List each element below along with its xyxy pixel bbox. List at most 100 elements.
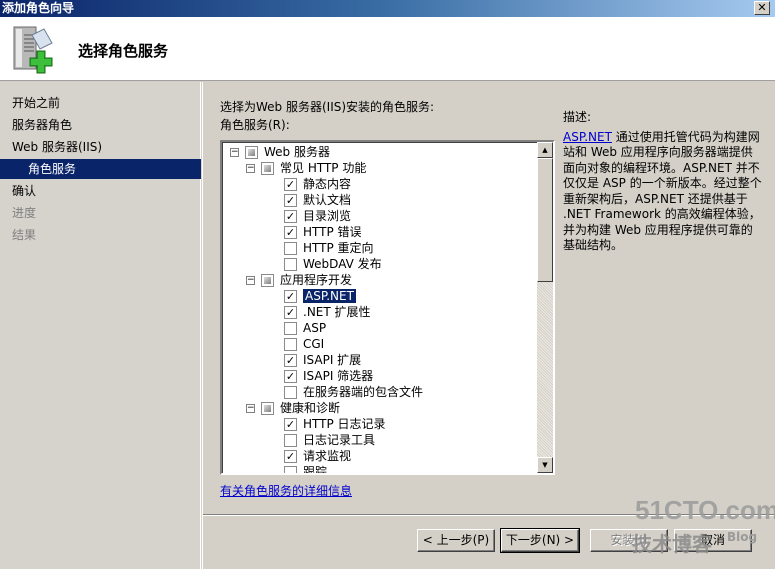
checkbox[interactable]: ✓ — [284, 450, 297, 463]
window-title: 添加角色向导 — [2, 1, 75, 15]
tree-item[interactable]: 日志记录工具 — [284, 432, 375, 448]
tree-item[interactable]: − 应用程序开发 — [246, 272, 352, 288]
arrow-up-icon: ▲ — [542, 146, 548, 154]
watermark-blog: Blog — [727, 530, 758, 544]
checkbox[interactable] — [284, 434, 297, 447]
tree-item-label: HTTP 错误 — [303, 225, 362, 239]
asp-net-link[interactable]: ASP.NET — [563, 130, 612, 144]
tree-item-label: ASP.NET — [303, 289, 356, 303]
title-bar: 添加角色向导 ✕ — [0, 0, 775, 17]
tree-label: 角色服务(R): — [220, 118, 290, 132]
tree-item[interactable]: − 健康和诊断 — [246, 400, 340, 416]
next-button[interactable]: 下一步(N) > — [500, 528, 580, 553]
checkbox[interactable] — [284, 322, 297, 335]
tree-item[interactable]: − Web 服务器 — [230, 144, 330, 160]
checkbox[interactable] — [284, 242, 297, 255]
tree-item[interactable]: − 常见 HTTP 功能 — [246, 160, 366, 176]
step-before-you-begin[interactable]: 开始之前 — [0, 93, 201, 113]
tree-item[interactable]: ✓ HTTP 日志记录 — [284, 416, 386, 432]
tree-item[interactable]: ✓ 默认文档 — [284, 192, 351, 208]
tree-item[interactable]: CGI — [284, 336, 324, 352]
checkbox[interactable] — [284, 258, 297, 271]
tree-item-label: ISAPI 扩展 — [303, 353, 362, 367]
tree-item-label: .NET 扩展性 — [303, 305, 371, 319]
tree-item[interactable]: 在服务器端的包含文件 — [284, 384, 423, 400]
tree-item-label: WebDAV 发布 — [303, 257, 382, 271]
checkbox[interactable]: ✓ — [284, 178, 297, 191]
scroll-thumb[interactable] — [537, 158, 553, 282]
instruction-text: 选择为Web 服务器(IIS)安装的角色服务: — [220, 100, 435, 114]
checkbox[interactable] — [245, 146, 258, 159]
checkbox[interactable]: ✓ — [284, 290, 297, 303]
checkbox[interactable]: ✓ — [284, 210, 297, 223]
tree-item[interactable]: 跟踪 — [284, 464, 328, 475]
step-web-server-iis[interactable]: Web 服务器(IIS) — [0, 137, 201, 157]
tree-item[interactable]: WebDAV 发布 — [284, 256, 382, 272]
checkbox[interactable] — [261, 274, 274, 287]
tree-item-label: ISAPI 筛选器 — [303, 369, 374, 383]
tree-item-label: 健康和诊断 — [280, 401, 341, 415]
server-add-icon — [13, 26, 53, 74]
checkbox[interactable]: ✓ — [284, 354, 297, 367]
tree-item-label: 应用程序开发 — [280, 273, 353, 287]
checkbox[interactable]: ✓ — [284, 306, 297, 319]
collapse-icon[interactable]: − — [246, 276, 255, 285]
checkbox[interactable] — [261, 162, 274, 175]
collapse-icon[interactable]: − — [246, 404, 255, 413]
back-button[interactable]: < 上一步(P) — [417, 529, 495, 552]
vertical-scrollbar[interactable]: ▲ ▼ — [537, 142, 553, 473]
close-button[interactable]: ✕ — [754, 1, 770, 15]
tree-item[interactable]: ASP — [284, 320, 326, 336]
watermark-logo: 51CTO.com — [635, 495, 775, 525]
tree-item[interactable]: ✓ 静态内容 — [284, 176, 351, 192]
tree-item-label: 常见 HTTP 功能 — [280, 161, 367, 175]
tree-item-label: 静态内容 — [303, 177, 352, 191]
tree-item[interactable]: ✓ ASP.NET — [284, 288, 356, 304]
checkbox[interactable]: ✓ — [284, 370, 297, 383]
tree-item[interactable]: ✓ .NET 扩展性 — [284, 304, 371, 320]
tree-item[interactable]: ✓ HTTP 错误 — [284, 224, 362, 240]
more-info-link[interactable]: 有关角色服务的详细信息 — [220, 482, 352, 499]
step-role-services[interactable]: 角色服务 — [0, 159, 201, 179]
tree-item-label: 在服务器端的包含文件 — [303, 385, 424, 399]
tree-item-label: 请求监视 — [303, 449, 352, 463]
collapse-icon[interactable]: − — [246, 164, 255, 173]
tree-item[interactable]: ✓ 目录浏览 — [284, 208, 351, 224]
tree-item-label: 日志记录工具 — [303, 433, 376, 447]
scroll-down-button[interactable]: ▼ — [537, 457, 553, 473]
step-confirmation[interactable]: 确认 — [0, 181, 201, 201]
checkbox[interactable] — [284, 466, 297, 473]
description-panel: 描述: ASP.NET 通过使用托管代码为构建网站和 Web 应用程序向服务器端… — [563, 110, 763, 254]
checkbox[interactable] — [261, 402, 274, 415]
arrow-down-icon: ▼ — [542, 461, 548, 469]
tree-item-label: 跟踪 — [303, 465, 328, 475]
tree-item[interactable]: ✓ ISAPI 筛选器 — [284, 368, 373, 384]
tree-item-label: HTTP 日志记录 — [303, 417, 386, 431]
watermark-subtitle: 技术博客 — [632, 532, 712, 556]
tree-item-label: HTTP 重定向 — [303, 241, 374, 255]
step-server-roles[interactable]: 服务器角色 — [0, 115, 201, 135]
collapse-icon[interactable]: − — [230, 148, 239, 157]
description-text: 通过使用托管代码为构建网站和 Web 应用程序向服务器端提供面向对象的编程环境。… — [563, 129, 762, 253]
checkbox[interactable] — [284, 338, 297, 351]
tree-item[interactable]: HTTP 重定向 — [284, 240, 374, 256]
tree-item[interactable]: ✓ 请求监视 — [284, 448, 351, 464]
checkbox[interactable]: ✓ — [284, 194, 297, 207]
close-icon: ✕ — [757, 1, 767, 14]
checkbox[interactable]: ✓ — [284, 226, 297, 239]
scroll-up-button[interactable]: ▲ — [537, 142, 553, 158]
tree-item-label: 目录浏览 — [303, 209, 352, 223]
checkbox[interactable] — [284, 386, 297, 399]
description-body: ASP.NET 通过使用托管代码为构建网站和 Web 应用程序向服务器端提供面向… — [563, 130, 763, 254]
role-services-tree[interactable]: − Web 服务器 − 常见 HTTP 功能 ✓ 静态内容 ✓ 默认文档 ✓ 目录浏览 ✓ HTTP … — [220, 140, 555, 475]
tree-item-label: ASP — [303, 321, 327, 335]
tree-item-label: CGI — [303, 337, 325, 351]
description-heading: 描述: — [563, 110, 592, 124]
tree-item[interactable]: ✓ ISAPI 扩展 — [284, 352, 361, 368]
step-results: 结果 — [12, 228, 37, 242]
tree-item-label: Web 服务器 — [264, 145, 330, 159]
checkbox[interactable]: ✓ — [284, 418, 297, 431]
wizard-steps-sidebar: 开始之前 服务器角色 Web 服务器(IIS) 角色服务 确认 进度 结果 — [0, 82, 201, 569]
tree-item-label: 默认文档 — [303, 193, 352, 207]
page-title: 选择角色服务 — [78, 42, 169, 60]
